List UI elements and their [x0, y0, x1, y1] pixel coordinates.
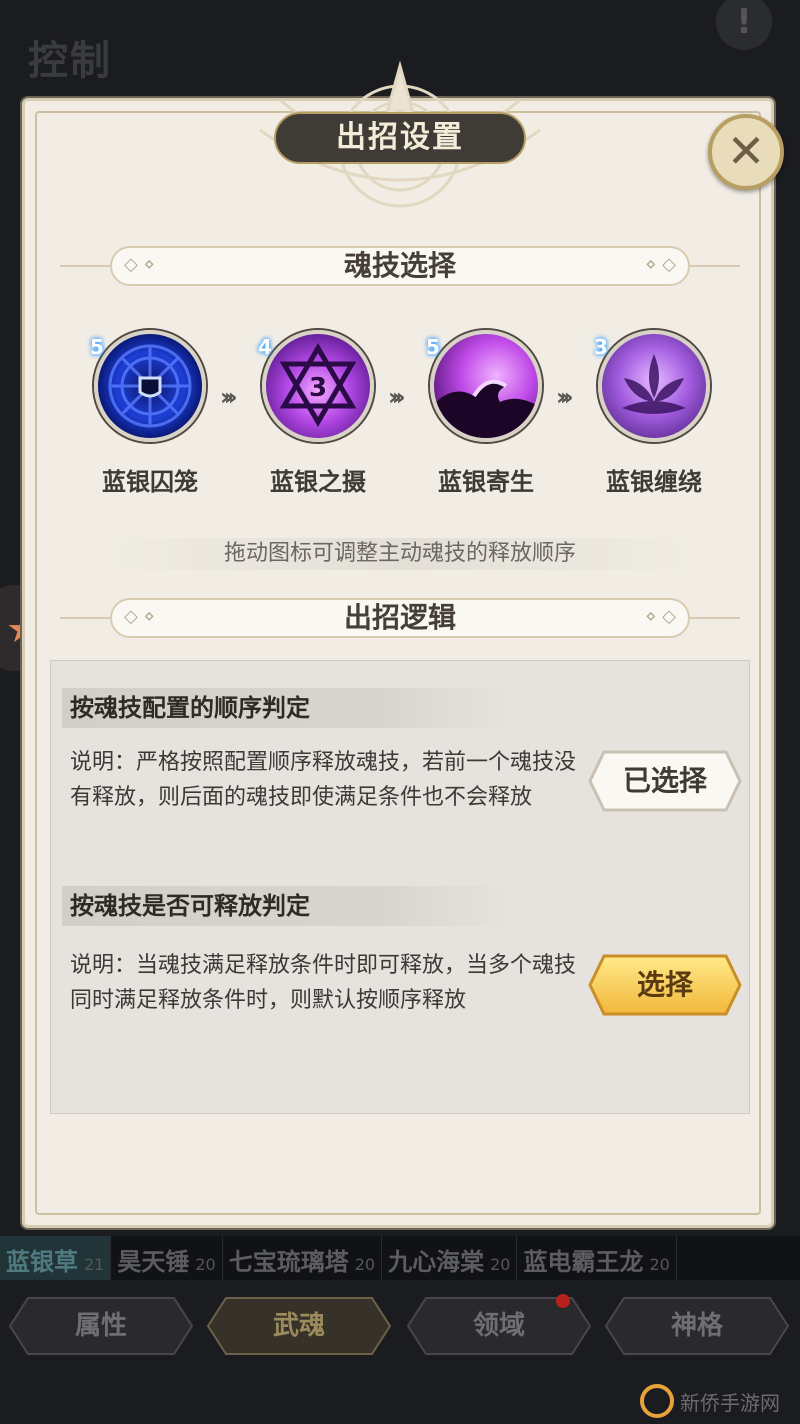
- watermark-logo-icon: [640, 1384, 674, 1418]
- tab-attributes[interactable]: 属性: [8, 1296, 194, 1356]
- skill-slot[interactable]: 5 蓝银寄生: [416, 330, 556, 500]
- wuhun-name: 昊天锤: [117, 1247, 190, 1276]
- wuhun-name: 九心海棠: [388, 1247, 485, 1276]
- wuhun-level: 21: [84, 1255, 105, 1274]
- bottom-tab-bar: 属性 武魂 领域 神格: [0, 1294, 800, 1360]
- alert-icon[interactable]: !: [716, 0, 772, 50]
- tab-godhood[interactable]: 神格: [604, 1296, 790, 1356]
- wuhun-name: 蓝银草: [6, 1247, 78, 1276]
- wuhun-level: 20: [354, 1255, 376, 1274]
- wuhun-level: 20: [649, 1255, 670, 1274]
- option-header: 按魂技是否可释放判定: [62, 886, 512, 926]
- order-arrow-icon: ›››: [556, 383, 574, 411]
- tab-label: 神格: [670, 1311, 723, 1341]
- skill-slot[interactable]: 3 蓝银缠绕: [584, 330, 724, 500]
- wuhun-item[interactable]: 蓝银草 21: [0, 1236, 112, 1280]
- wuhun-item[interactable]: 七宝琉璃塔 20: [223, 1236, 383, 1280]
- option-title: 按魂技是否可释放判定: [70, 891, 310, 920]
- tab-label: 属性: [74, 1311, 127, 1341]
- skill-section-banner: ◇ ⋄ ⋄ ◇ 魂技选择: [110, 246, 690, 286]
- option-header: 按魂技配置的顺序判定: [62, 688, 512, 728]
- skill-slot[interactable]: 5 蓝银囚笼: [80, 330, 220, 500]
- skill-name: 蓝银囚笼: [102, 467, 198, 496]
- skill-level-badge: 4: [258, 335, 272, 359]
- wuhun-list: 蓝银草 21 昊天锤 20 七宝琉璃塔 20 九心海棠 20 蓝电霸王龙 20: [0, 1236, 800, 1280]
- wuhun-level: 20: [490, 1255, 511, 1274]
- close-icon: ✕: [726, 124, 766, 178]
- logic-section-title: 出招逻辑: [343, 601, 456, 634]
- wuhun-level: 20: [195, 1255, 216, 1274]
- tab-wuhun[interactable]: 武魂: [206, 1296, 392, 1356]
- wuhun-item[interactable]: 九心海棠 20: [382, 1236, 518, 1280]
- button-label: 已选择: [622, 764, 707, 797]
- wuhun-item[interactable]: 昊天锤 20: [111, 1236, 223, 1280]
- watermark: 新侨手游网: [640, 1384, 780, 1418]
- skill-level-badge: 5: [426, 335, 440, 359]
- tab-label: 武魂: [272, 1311, 325, 1341]
- wuhun-name: 七宝琉璃塔: [228, 1247, 349, 1276]
- notification-dot: [556, 1294, 570, 1308]
- skill-slot[interactable]: 3 4 蓝银之摄: [248, 330, 388, 500]
- svg-text:3: 3: [309, 373, 327, 403]
- logic-section-banner: ◇ ⋄ ⋄ ◇ 出招逻辑: [110, 598, 690, 638]
- skill-level-badge: 5: [90, 335, 104, 359]
- wuhun-item[interactable]: 蓝电霸王龙 20: [517, 1236, 677, 1280]
- option-description: 说明：严格按照配置顺序释放魂技，若前一个魂技没有释放，则后面的魂技即使满足条件也…: [70, 750, 577, 810]
- dialog-title-plate: 出招设置: [274, 112, 526, 164]
- skill-name: 蓝银缠绕: [606, 467, 702, 496]
- selected-button[interactable]: 已选择: [588, 750, 742, 812]
- button-label: 选择: [636, 968, 693, 1001]
- skill-name: 蓝银之摄: [270, 467, 366, 496]
- watermark-text: 新侨手游网: [680, 1390, 780, 1415]
- order-arrow-icon: ›››: [220, 383, 238, 411]
- dialog-title: 出招设置: [336, 120, 464, 155]
- drag-hint: 拖动图标可调整主动魂技的释放顺序: [90, 538, 710, 570]
- order-arrow-icon: ›››: [388, 383, 406, 411]
- tab-domain[interactable]: 领域: [406, 1294, 592, 1356]
- background-page-title: 控制: [28, 37, 112, 84]
- option-title: 按魂技配置的顺序判定: [70, 693, 310, 722]
- option-description: 说明：当魂技满足释放条件时即可释放，当多个魂技同时满足释放条件时，则默认按顺序释…: [70, 953, 577, 1013]
- skill-name: 蓝银寄生: [438, 467, 534, 496]
- select-button[interactable]: 选择: [588, 954, 742, 1016]
- close-button[interactable]: ✕: [708, 114, 784, 190]
- skill-section-title: 魂技选择: [343, 249, 456, 282]
- wuhun-name: 蓝电霸王龙: [523, 1247, 644, 1276]
- skill-level-badge: 3: [594, 335, 608, 359]
